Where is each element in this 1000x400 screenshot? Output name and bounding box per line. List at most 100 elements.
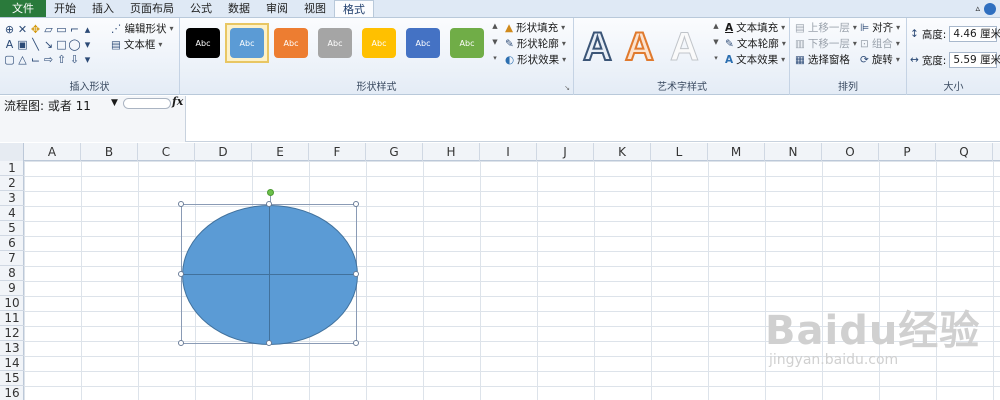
shapes-gallery[interactable]: ⊕ ✕ ✥ ▱ ▭ ⌐ ▴ A ▣ ╲ ↘ □ ◯ ▾ ▢ △ ⌙ ⇨ ⇧ ⇩ … <box>3 22 95 67</box>
row-header[interactable]: 5 <box>0 221 24 236</box>
wordart-preset-outline-orange[interactable]: A <box>624 25 655 69</box>
column-header[interactable]: H <box>423 143 480 161</box>
formula-bar-resize-handle[interactable] <box>123 98 171 109</box>
scroll-up-icon[interactable]: ▴ <box>81 22 94 37</box>
text-outline-button[interactable]: ✎ 文本轮廓 ▾ <box>725 36 786 51</box>
tab-file[interactable]: 文件 <box>0 0 46 17</box>
column-header[interactable]: B <box>81 143 138 161</box>
row-header[interactable]: 9 <box>0 281 24 296</box>
resize-handle-left[interactable] <box>178 271 184 277</box>
picture-shape-icon[interactable]: ▣ <box>16 37 29 52</box>
width-input[interactable]: 5.59 厘米 <box>949 52 1000 68</box>
tab-format[interactable]: 格式 <box>334 0 374 17</box>
selection-pane-button[interactable]: ▦ 选择窗格 <box>795 52 850 67</box>
column-header[interactable]: C <box>138 143 195 161</box>
down-arrow-shape-icon[interactable]: ⇩ <box>68 52 81 67</box>
parallelogram-shape-icon[interactable]: ▱ <box>42 22 55 37</box>
row-header[interactable]: 6 <box>0 236 24 251</box>
tab-formulas[interactable]: 公式 <box>182 0 220 17</box>
group-button[interactable]: ⊡ 组合 ▾ <box>860 36 900 51</box>
column-header[interactable]: G <box>366 143 423 161</box>
style-gallery-scroller[interactable]: ▲ ▼ ▾ <box>490 22 500 62</box>
style-preset-orange[interactable]: Abc <box>274 28 308 58</box>
tab-review[interactable]: 审阅 <box>258 0 296 17</box>
tab-page-layout[interactable]: 页面布局 <box>122 0 182 17</box>
resize-handle-bottom[interactable] <box>266 340 272 346</box>
resize-handle-bottom-left[interactable] <box>178 340 184 346</box>
scroll-down-icon[interactable]: ▼ <box>492 38 497 46</box>
row-header[interactable]: 15 <box>0 371 24 386</box>
style-preset-gold[interactable]: Abc <box>362 28 396 58</box>
text-box-button[interactable]: ▤ 文本框 ▾ <box>111 37 162 52</box>
scroll-down-icon[interactable]: ▾ <box>81 37 94 52</box>
column-header[interactable]: E <box>252 143 309 161</box>
scroll-up-icon[interactable]: ▲ <box>713 22 718 30</box>
minimize-ribbon-icon[interactable]: ▵ <box>975 4 980 14</box>
column-header[interactable]: O <box>822 143 879 161</box>
style-preset-black[interactable]: Abc <box>186 28 220 58</box>
wordart-gallery-scroller[interactable]: ▲ ▼ ▾ <box>711 22 721 62</box>
row-header[interactable]: 13 <box>0 341 24 356</box>
help-icon[interactable] <box>984 2 996 15</box>
row-header[interactable]: 1 <box>0 161 24 176</box>
row-header[interactable]: 2 <box>0 176 24 191</box>
resize-handle-top-left[interactable] <box>178 201 184 207</box>
column-header[interactable]: I <box>480 143 537 161</box>
bring-forward-button[interactable]: ▤ 上移一层 ▾ <box>795 20 857 35</box>
column-header[interactable]: J <box>537 143 594 161</box>
column-header[interactable]: D <box>195 143 252 161</box>
row-header[interactable]: 4 <box>0 206 24 221</box>
line-shape-icon[interactable]: ╲ <box>29 37 42 52</box>
row-header[interactable]: 7 <box>0 251 24 266</box>
align-button[interactable]: ⊫ 对齐 ▾ <box>860 20 900 35</box>
column-header[interactable]: A <box>24 143 81 161</box>
crosshair-shape-icon[interactable]: ⊕ <box>3 22 16 37</box>
right-arrow-shape-icon[interactable]: ⇨ <box>42 52 55 67</box>
row-header[interactable]: 3 <box>0 191 24 206</box>
resize-handle-top-right[interactable] <box>353 201 359 207</box>
text-fill-button[interactable]: A 文本填充 ▾ <box>725 20 785 35</box>
row-header[interactable]: 11 <box>0 311 24 326</box>
column-header[interactable]: F <box>309 143 366 161</box>
gallery-more-icon[interactable]: ▾ <box>493 54 497 62</box>
row-header[interactable]: 14 <box>0 356 24 371</box>
edit-shape-button[interactable]: ⋰ 编辑形状 ▾ <box>111 21 174 36</box>
style-preset-gray[interactable]: Abc <box>318 28 352 58</box>
oval-shape-icon[interactable]: ◯ <box>68 37 81 52</box>
tab-data[interactable]: 数据 <box>220 0 258 17</box>
send-backward-button[interactable]: ▥ 下移一层 ▾ <box>795 36 857 51</box>
connector-shape-icon[interactable]: ⌐ <box>68 22 81 37</box>
move-shape-icon[interactable]: ✥ <box>29 22 42 37</box>
height-input[interactable]: 4.46 厘米 <box>949 26 1000 42</box>
style-preset-blue[interactable]: Abc <box>230 28 264 58</box>
gallery-more-icon[interactable]: ▾ <box>714 54 718 62</box>
up-arrow-shape-icon[interactable]: ⇧ <box>55 52 68 67</box>
selected-shape-frame[interactable] <box>178 189 359 346</box>
row-header[interactable]: 12 <box>0 326 24 341</box>
arrow-line-shape-icon[interactable]: ↘ <box>42 37 55 52</box>
chevron-down-icon[interactable]: ▼ <box>111 98 118 108</box>
scroll-up-icon[interactable]: ▲ <box>492 22 497 30</box>
text-effects-button[interactable]: A 文本效果 ▾ <box>725 52 785 67</box>
tab-view[interactable]: 视图 <box>296 0 334 17</box>
rounded-rect-shape-icon[interactable]: ▢ <box>3 52 16 67</box>
insert-function-icon[interactable]: fx <box>172 95 183 108</box>
tab-home[interactable]: 开始 <box>46 0 84 17</box>
column-header[interactable]: P <box>879 143 936 161</box>
triangle-shape-icon[interactable]: △ <box>16 52 29 67</box>
shape-effects-button[interactable]: ◐ 形状效果 ▾ <box>505 52 566 67</box>
column-header[interactable]: Q <box>936 143 993 161</box>
column-header[interactable]: N <box>765 143 822 161</box>
shape-outline-button[interactable]: ✎ 形状轮廓 ▾ <box>505 36 566 51</box>
dialog-launcher-icon[interactable]: ↘ <box>564 84 570 92</box>
resize-handle-bottom-right[interactable] <box>353 340 359 346</box>
elbow-shape-icon[interactable]: ⌙ <box>29 52 42 67</box>
name-box[interactable]: 流程图: 或者 11 <box>4 97 91 114</box>
column-header[interactable]: K <box>594 143 651 161</box>
square-shape-icon[interactable]: □ <box>55 37 68 52</box>
rotate-button[interactable]: ⟳ 旋转 ▾ <box>860 52 900 67</box>
rotation-handle[interactable] <box>267 189 274 196</box>
select-all-corner[interactable] <box>0 143 24 161</box>
row-header[interactable]: 8 <box>0 266 24 281</box>
flowchart-ellipse-shape[interactable] <box>182 205 358 345</box>
